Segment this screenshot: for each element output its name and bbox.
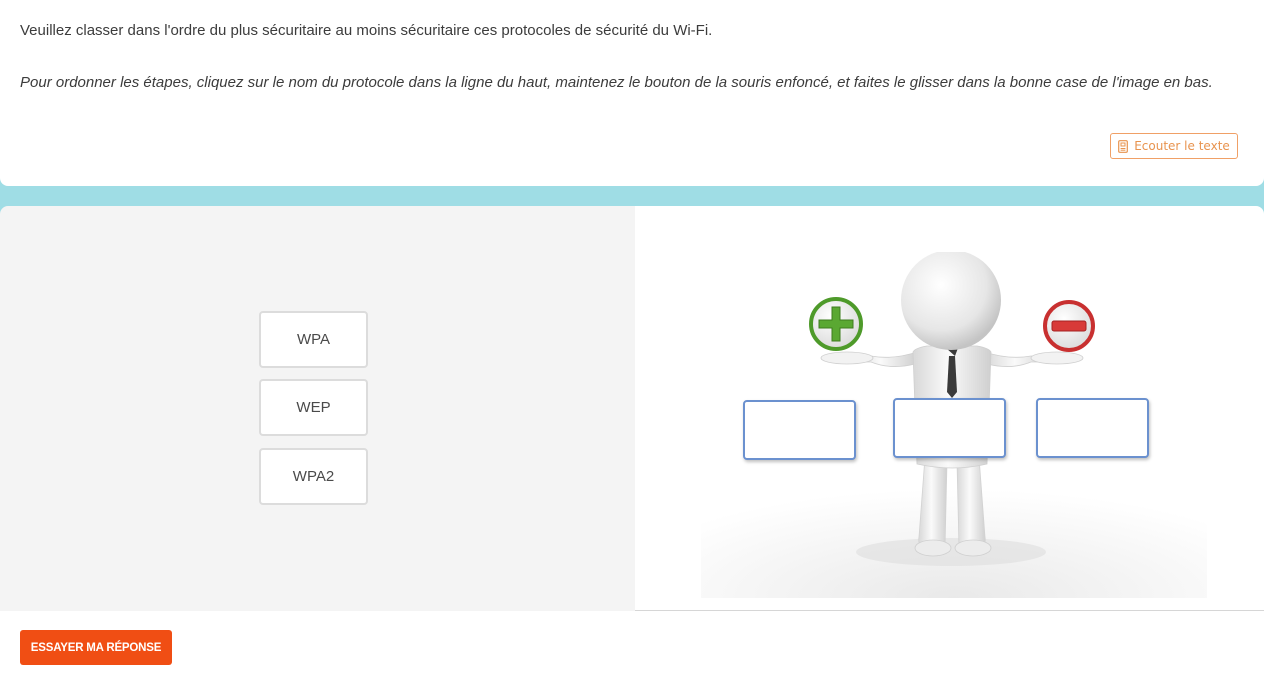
question-instructions: Pour ordonner les étapes, cliquez sur le… bbox=[20, 74, 1213, 91]
drop-target-most-secure[interactable] bbox=[743, 400, 856, 460]
minus-icon bbox=[1043, 300, 1095, 352]
drop-target-middle[interactable] bbox=[893, 398, 1006, 458]
submit-answer-button[interactable]: ESSAYER MA RÉPONSE bbox=[20, 630, 172, 665]
draggable-chip-wep[interactable]: WEP bbox=[259, 379, 368, 436]
draggable-chip-wpa[interactable]: WPA bbox=[259, 311, 368, 368]
drop-target-least-secure[interactable] bbox=[1036, 398, 1149, 458]
draggable-chip-wpa2[interactable]: WPA2 bbox=[259, 448, 368, 505]
document-audio-icon bbox=[1118, 139, 1129, 153]
plus-icon bbox=[809, 297, 863, 351]
listen-text-label: Ecouter le texte bbox=[1134, 139, 1230, 153]
listen-text-button[interactable]: Ecouter le texte bbox=[1110, 133, 1238, 159]
question-prompt: Veuillez classer dans l'ordre du plus sé… bbox=[20, 22, 713, 39]
draggable-pool: WPA WEP WPA2 bbox=[0, 206, 635, 611]
drop-area bbox=[635, 206, 1264, 611]
question-card: Veuillez classer dans l'ordre du plus sé… bbox=[0, 0, 1264, 186]
